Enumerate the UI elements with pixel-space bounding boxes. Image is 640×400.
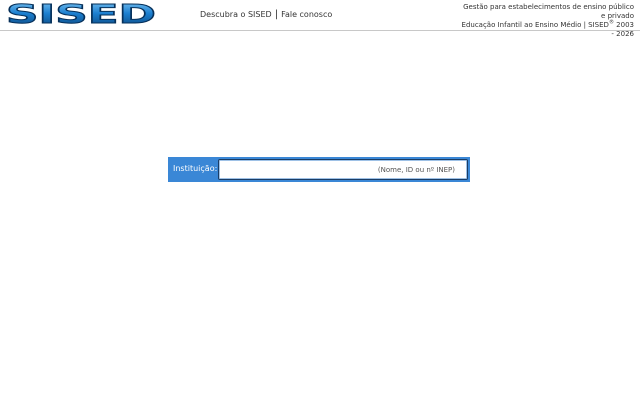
tagline-line2: Educação Infantil ao Ensino Médio | SISE… — [459, 19, 634, 39]
top-header: SISED Descubra o SISED | Fale conosco Gest… — [0, 0, 640, 38]
nav-separator: | — [274, 9, 279, 20]
logo-text: SISED — [6, 3, 156, 26]
tagline-line1: Gestão para estabelecimentos de ensino p… — [463, 3, 634, 20]
sised-logo[interactable]: SISED — [6, 3, 158, 26]
institution-label: Instituição: — [173, 164, 218, 173]
tagline: Gestão para estabelecimentos de ensino p… — [459, 3, 634, 39]
tagline-years: 2003 - 2026 — [611, 21, 634, 38]
registered-mark: ® — [608, 19, 614, 26]
discover-link[interactable]: Descubra o SISED — [200, 10, 272, 19]
institution-search-input[interactable] — [218, 159, 468, 180]
contact-link[interactable]: Fale conosco — [281, 10, 332, 19]
tagline-line2-prefix: Educação Infantil ao Ensino Médio | SISE… — [461, 21, 609, 29]
header-nav: Descubra o SISED | Fale conosco — [200, 9, 332, 20]
institution-search-box: Instituição: — [168, 157, 470, 182]
